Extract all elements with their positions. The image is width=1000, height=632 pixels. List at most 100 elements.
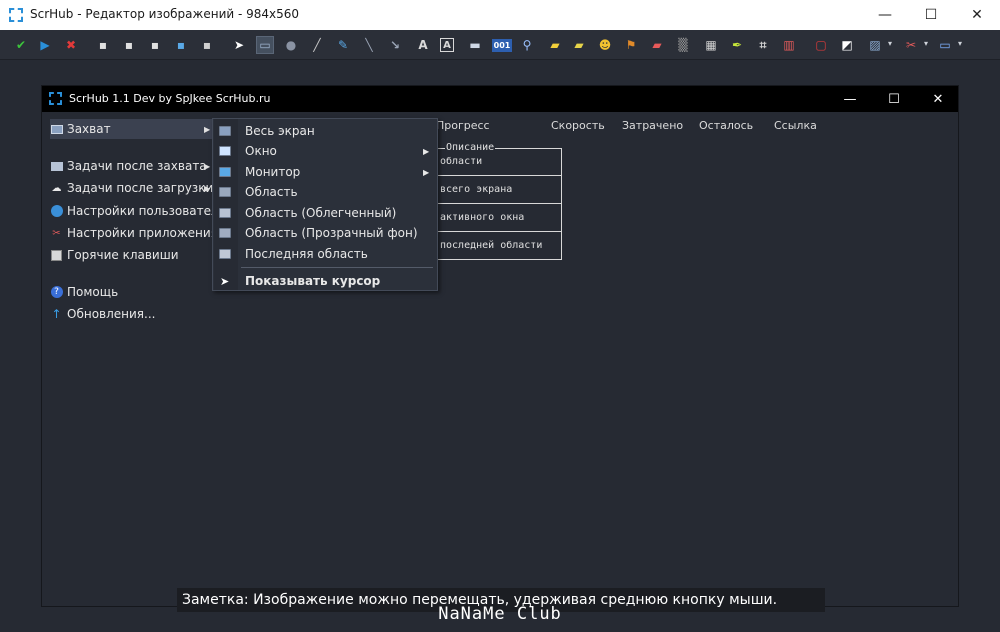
submenu-item[interactable]: Область (Облегченный) xyxy=(213,203,437,223)
editor-toolbar: ✔ ▶ ✖ ▪ ▪ ▪ ▪ ▪ ➤ ▭ ● ╱ ✎ ╲ ↘ AA ▬ 001 ⚲ ▰ ▰ ☻ ⚑ ▰ ▒ ▦ ✒ ⌗ ▥ ▢ ◩ ▨ ✂ ▭ xyxy=(0,30,1000,60)
submenu-item[interactable]: Весь экран xyxy=(213,121,437,141)
save-all-icon[interactable]: ▪ xyxy=(120,36,138,54)
submenu-item-show-cursor[interactable]: ➤ Показывать курсор xyxy=(213,271,437,291)
export-icon[interactable]: ▭ xyxy=(936,36,962,54)
column-spent: Затрачено xyxy=(622,119,684,132)
cloud-upload-icon: ☁ xyxy=(51,182,62,194)
help-icon: ? xyxy=(50,286,63,299)
chevron-right-icon: ▶ xyxy=(423,167,430,177)
description-row: области xyxy=(434,148,562,176)
submenu-item[interactable]: Область xyxy=(213,182,437,202)
keyboard-icon xyxy=(50,249,63,262)
screen-region-icon xyxy=(219,249,231,259)
screen-region-icon xyxy=(219,208,231,218)
chevron-right-icon: ▶ xyxy=(204,183,211,193)
arrow-tool-icon[interactable]: ↘ xyxy=(386,36,404,54)
pointer-tool-icon[interactable]: ➤ xyxy=(230,36,248,54)
capture-submenu: ➤ Показывать курсор Весь экран Окно ▶ Монит… xyxy=(212,118,438,291)
app-title-bar: ScrHub 1.1 Dev by SpJkee ScrHub.ru — ☐ ✕ xyxy=(42,86,958,112)
effects-icon[interactable]: ▨ xyxy=(866,36,892,54)
tools-icon[interactable]: ✂ xyxy=(902,36,928,54)
menu-item-after-capture[interactable]: Задачи после захвата ▶ xyxy=(50,156,211,176)
menu-item-after-upload[interactable]: ☁ Задачи после загрузки ▶ xyxy=(50,178,214,198)
print-icon[interactable]: ▪ xyxy=(198,36,216,54)
close-button[interactable]: ✕ xyxy=(954,0,1000,30)
grid-icon[interactable]: ▦ xyxy=(702,36,720,54)
counter-tool-icon[interactable]: 001 xyxy=(492,39,512,52)
dashed-line-tool-icon[interactable]: ╲ xyxy=(360,36,378,54)
cancel-x-icon[interactable]: ✖ xyxy=(62,36,80,54)
app-maximize-button[interactable]: ☐ xyxy=(872,86,916,112)
line-tool-icon[interactable]: ╱ xyxy=(308,36,326,54)
submenu-item[interactable]: Последняя область xyxy=(213,244,437,264)
stamp-icon[interactable]: ⚑ xyxy=(622,36,640,54)
description-row: всего экрана xyxy=(434,176,562,204)
crop-icon[interactable]: ⌗ xyxy=(754,36,772,54)
blur-icon[interactable]: ▒ xyxy=(674,36,692,54)
app-title: ScrHub 1.1 Dev by SpJkee ScrHub.ru xyxy=(69,92,271,105)
screen-region-icon xyxy=(219,187,231,197)
clipboard-icon[interactable]: ▪ xyxy=(146,36,164,54)
submenu-item-show-cursor-label: Показывать курсор xyxy=(245,274,381,288)
submenu-item-label: Весь экран xyxy=(245,124,315,138)
column-remaining: Осталось xyxy=(699,119,754,132)
submenu-item-label: Область (Облегченный) xyxy=(245,206,397,220)
app-minimize-button[interactable]: — xyxy=(828,86,872,112)
submenu-item[interactable]: Монитор ▶ xyxy=(213,162,437,182)
menu-item-user-settings[interactable]: Настройки пользователя xyxy=(50,201,226,221)
eraser-icon[interactable]: ▰ xyxy=(648,36,666,54)
description-row: последней области xyxy=(440,240,543,251)
rectangle-tool-icon[interactable]: ▭ xyxy=(256,36,274,54)
magnifier-icon[interactable]: ⚲ xyxy=(518,36,536,54)
submenu-item-label: Окно xyxy=(245,144,277,158)
emoji-icon[interactable]: ☻ xyxy=(596,36,614,54)
ellipse-tool-icon[interactable]: ● xyxy=(282,36,300,54)
column-progress: Прогресс xyxy=(436,119,490,132)
apply-check-icon[interactable]: ✔ xyxy=(12,36,30,54)
menu-item-help-label: Помощь xyxy=(67,285,119,299)
speech-bubble-icon[interactable]: ▬ xyxy=(466,36,484,54)
menu-item-hotkeys-label: Горячие клавиши xyxy=(67,248,179,262)
fill-color-icon[interactable]: ◩ xyxy=(838,36,856,54)
menu-item-app-settings[interactable]: ✂ Настройки приложения xyxy=(50,223,218,243)
app-close-button[interactable]: ✕ xyxy=(916,86,960,112)
play-arrow-icon[interactable]: ▶ xyxy=(36,36,54,54)
submenu-item[interactable]: Окно ▶ xyxy=(213,141,437,161)
chevron-right-icon: ▶ xyxy=(204,161,211,171)
border-color-icon[interactable]: ▢ xyxy=(812,36,830,54)
screen-region-icon xyxy=(219,146,231,156)
app-window: ScrHub 1.1 Dev by SpJkee ScrHub.ru — ☐ ✕… xyxy=(41,85,959,607)
screen-region-icon xyxy=(219,228,231,238)
submenu-item[interactable]: Область (Прозрачный фон) xyxy=(213,223,437,243)
description-row: активного окна xyxy=(434,204,562,232)
menu-item-after-upload-label: Задачи после загрузки xyxy=(67,181,214,195)
app-logo-icon xyxy=(9,8,23,22)
menu-item-hotkeys[interactable]: Горячие клавиши xyxy=(50,245,179,265)
text-tool-icon[interactable]: A xyxy=(414,36,432,54)
submenu-separator xyxy=(241,267,433,268)
menu-item-help[interactable]: ? Помощь xyxy=(50,282,118,302)
tasks-after-capture-icon xyxy=(50,160,63,173)
screen-region-icon xyxy=(219,126,231,136)
capture-icon xyxy=(50,123,63,136)
submenu-item-label: Монитор xyxy=(245,165,301,179)
text-box-tool-icon[interactable]: A xyxy=(440,38,454,52)
marker-icon[interactable]: ✒ xyxy=(728,36,746,54)
cursor-icon: ➤ xyxy=(220,274,230,288)
menu-item-updates[interactable]: ↑ Обновления... xyxy=(50,304,155,324)
menu-item-after-capture-label: Задачи после захвата xyxy=(67,159,207,173)
wrench-icon: ✂ xyxy=(52,227,61,239)
flip-icon[interactable]: ▥ xyxy=(780,36,798,54)
sticky-note-icon[interactable]: ▰ xyxy=(546,36,564,54)
chevron-right-icon: ▶ xyxy=(204,124,211,134)
menu-item-user-settings-label: Настройки пользователя xyxy=(67,204,226,218)
highlight-note-icon[interactable]: ▰ xyxy=(570,36,588,54)
upload-icon[interactable]: ▪ xyxy=(172,36,190,54)
monitor-icon xyxy=(219,167,231,177)
minimize-button[interactable]: — xyxy=(862,0,908,30)
maximize-button[interactable]: ☐ xyxy=(908,0,954,30)
column-speed: Скорость xyxy=(551,119,605,132)
pencil-tool-icon[interactable]: ✎ xyxy=(334,36,352,54)
save-icon[interactable]: ▪ xyxy=(94,36,112,54)
menu-item-capture[interactable]: Захват ▶ xyxy=(50,119,216,139)
